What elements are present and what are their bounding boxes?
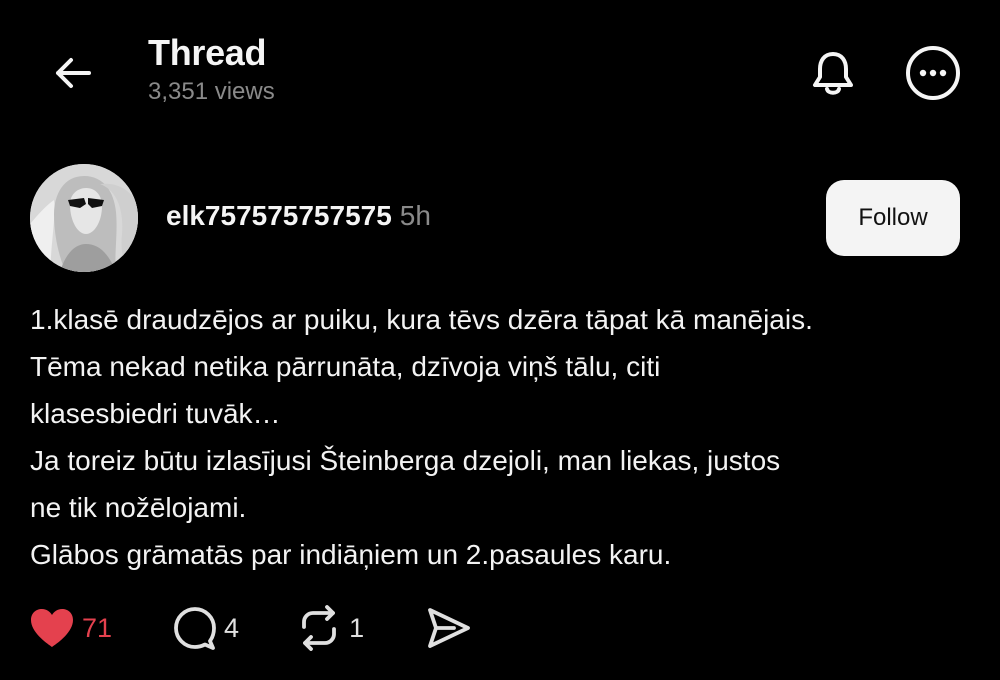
send-icon (428, 608, 471, 648)
post-text: 1.klasē draudzējos ar puiku, kura tēvs d… (30, 296, 970, 578)
comment-bubble-icon (174, 607, 216, 650)
repost-button[interactable]: 1 (295, 605, 364, 651)
arrow-left-icon (56, 58, 91, 88)
post-text-line: Tēma nekad netika pārrunāta, dzīvoja viņ… (30, 351, 661, 382)
repost-icon (302, 605, 336, 651)
username[interactable]: elk757575757575 (166, 200, 392, 231)
post-text-line: 1.klasē draudzējos ar puiku, kura tēvs d… (30, 304, 813, 335)
notifications-button[interactable] (798, 38, 868, 108)
more-options-button[interactable] (898, 38, 968, 108)
heart-filled-icon (31, 609, 73, 647)
like-button[interactable]: 71 (28, 606, 112, 650)
share-button[interactable] (424, 605, 472, 651)
back-button[interactable] (40, 40, 106, 106)
post-text-line: Glābos grāmatās par indiāņiem un 2.pasau… (30, 539, 672, 570)
more-horizontal-circle-icon (906, 46, 960, 100)
avatar[interactable] (30, 164, 138, 272)
like-count: 71 (82, 612, 113, 643)
post-text-line: Ja toreiz būtu izlasījusi Šteinberga dze… (30, 445, 781, 476)
reply-count: 4 (224, 612, 240, 643)
profile-photo (30, 164, 138, 272)
bell-icon (813, 52, 853, 95)
post-author-row: elk757575757575 5h (166, 200, 431, 232)
page-title: Thread (148, 32, 267, 73)
follow-button[interactable]: Follow (826, 180, 960, 256)
reply-button[interactable]: 4 (172, 605, 239, 651)
view-count: 3,351 views (148, 78, 275, 105)
post-actions-bar: 71 4 1 (28, 605, 472, 651)
post-text-line: ne tik nožēlojami. (30, 492, 247, 523)
post-text-line: klasesbiedri tuvāk… (30, 398, 281, 429)
post-timestamp: 5h (399, 200, 431, 231)
repost-count: 1 (349, 612, 365, 643)
